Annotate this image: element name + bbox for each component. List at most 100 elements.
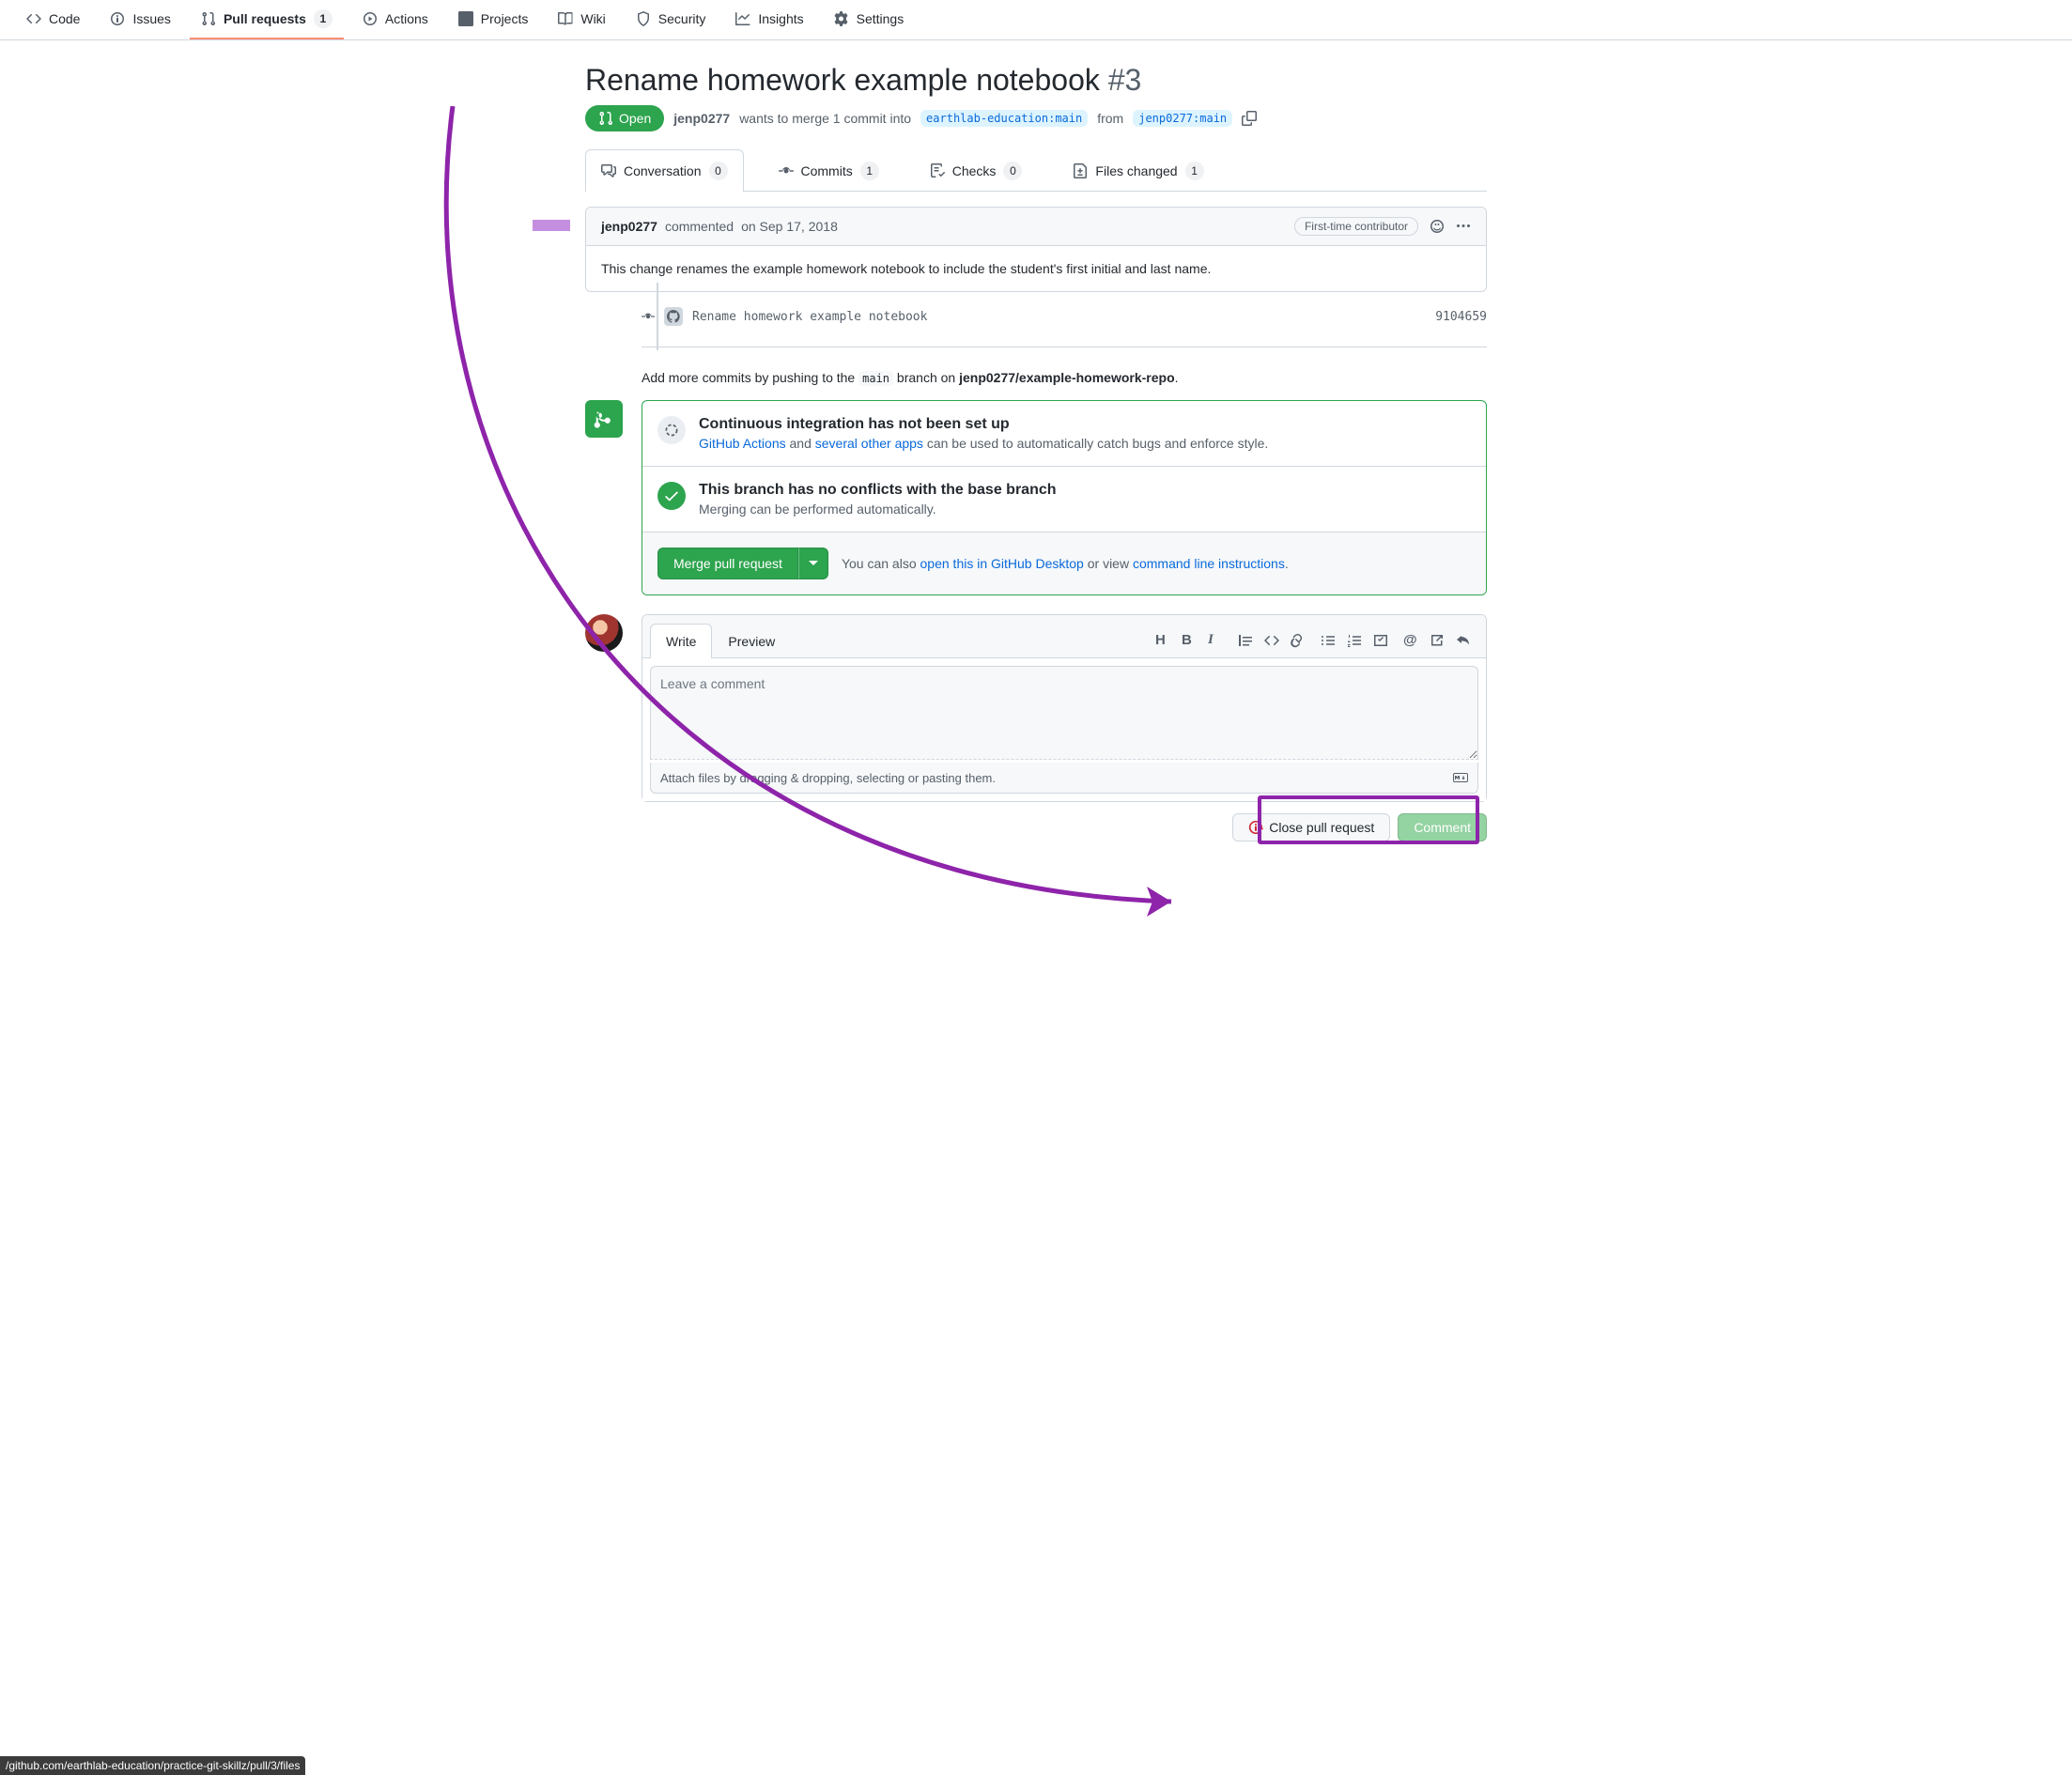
mention-icon[interactable]: @ — [1403, 633, 1418, 648]
ul-icon[interactable] — [1321, 633, 1336, 648]
pr-number: #3 — [1108, 63, 1142, 97]
ci-desc: GitHub Actions and several other apps ca… — [699, 436, 1268, 451]
issue-icon — [110, 11, 125, 26]
timeline: jenp0277 commented on Sep 17, 2018 First… — [585, 192, 1487, 849]
nav-wiki[interactable]: Wiki — [547, 2, 616, 38]
book-icon — [558, 11, 573, 26]
tab-conversation[interactable]: Conversation 0 — [585, 149, 744, 192]
nav-settings[interactable]: Settings — [823, 2, 916, 38]
quote-icon[interactable] — [1238, 633, 1253, 648]
pr-author-link[interactable]: jenp0277 — [673, 111, 730, 126]
comment-header: jenp0277 commented on Sep 17, 2018 First… — [586, 208, 1486, 246]
comment-textarea[interactable] — [650, 666, 1478, 760]
comment-button[interactable]: Comment — [1398, 813, 1487, 841]
tab-conversation-count: 0 — [709, 162, 728, 180]
link-icon[interactable] — [1291, 633, 1306, 648]
current-user-avatar[interactable] — [585, 614, 623, 652]
merge-box: Continuous integration has not been set … — [642, 400, 1487, 595]
aside-link-desktop[interactable]: open this in GitHub Desktop — [920, 556, 1084, 571]
code-icon[interactable] — [1264, 633, 1279, 648]
pull-request-icon — [598, 111, 613, 126]
git-merge-icon — [594, 409, 614, 429]
pr-from-text: from — [1097, 111, 1123, 126]
nav-projects[interactable]: Projects — [447, 2, 540, 38]
nav-actions-label: Actions — [385, 11, 428, 26]
pr-wants-text: wants to merge 1 commit into — [739, 111, 911, 126]
nav-actions[interactable]: Actions — [351, 2, 440, 38]
commit-author-avatar[interactable] — [664, 307, 683, 326]
first-time-badge: First-time contributor — [1294, 217, 1418, 236]
kebab-icon[interactable] — [1456, 219, 1471, 234]
smiley-icon[interactable] — [1430, 219, 1445, 234]
merge-btn-group: Merge pull request — [657, 548, 828, 579]
nav-issues-label: Issues — [132, 11, 170, 26]
tab-checks-label: Checks — [952, 163, 997, 178]
tab-commits[interactable]: Commits 1 — [763, 149, 895, 192]
repo-nav: Code Issues Pull requests 1 Actions Proj… — [0, 0, 2072, 40]
nav-pull-requests[interactable]: Pull requests 1 — [190, 0, 344, 39]
pr-tabs: Conversation 0 Commits 1 Checks 0 Files … — [585, 148, 1487, 192]
italic-icon[interactable]: I — [1208, 633, 1223, 648]
shield-icon — [636, 11, 651, 26]
issue-closed-icon — [1248, 820, 1263, 835]
compose-tab-write[interactable]: Write — [650, 624, 712, 658]
head-branch-chip[interactable]: jenp0277:main — [1133, 110, 1232, 127]
pr-state-badge: Open — [585, 105, 664, 131]
ci-section: Continuous integration has not been set … — [642, 401, 1486, 467]
tab-checks[interactable]: Checks 0 — [914, 149, 1039, 192]
reply-icon[interactable] — [1456, 633, 1471, 648]
copy-icon[interactable] — [1242, 111, 1257, 126]
comment-date[interactable]: on Sep 17, 2018 — [741, 219, 838, 234]
compose-body: Attach files by dragging & dropping, sel… — [642, 658, 1486, 801]
compose-wrap: Write Preview H B I — [642, 614, 1487, 849]
comment-body: This change renames the example homework… — [586, 246, 1486, 291]
pr-header-meta: Open jenp0277 wants to merge 1 commit in… — [585, 105, 1487, 131]
tasklist-icon[interactable] — [1373, 633, 1388, 648]
commit-node-icon — [642, 310, 655, 323]
commit-message[interactable]: Rename homework example notebook — [692, 310, 927, 324]
comment-author[interactable]: jenp0277 — [601, 219, 657, 234]
attach-hint[interactable]: Attach files by dragging & dropping, sel… — [650, 763, 1478, 794]
merge-button[interactable]: Merge pull request — [657, 548, 798, 579]
hint-repo: jenp0277/example-homework-repo — [959, 370, 1175, 385]
nav-code-label: Code — [49, 11, 80, 26]
bold-icon[interactable]: B — [1182, 633, 1197, 648]
nav-code[interactable]: Code — [15, 2, 91, 38]
project-icon — [458, 11, 473, 26]
comment-discussion-icon — [601, 163, 616, 178]
nav-security-label: Security — [658, 11, 706, 26]
nav-issues[interactable]: Issues — [99, 2, 181, 38]
aside-post: . — [1285, 556, 1289, 571]
pull-request-icon — [201, 11, 216, 26]
comment-box: jenp0277 commented on Sep 17, 2018 First… — [585, 207, 1487, 292]
hint-prefix: Add more commits by pushing to the — [642, 370, 855, 385]
nav-insights[interactable]: Insights — [724, 2, 814, 38]
ol-icon[interactable] — [1347, 633, 1362, 648]
nav-security[interactable]: Security — [625, 2, 718, 38]
tab-files-count: 1 — [1185, 162, 1204, 180]
merge-button-caret[interactable] — [798, 548, 828, 579]
close-pr-button[interactable]: Close pull request — [1232, 813, 1390, 841]
conflicts-section: This branch has no conflicts with the ba… — [642, 467, 1486, 532]
attach-text: Attach files by dragging & dropping, sel… — [660, 771, 996, 785]
compose-toolbar: H B I — [1155, 633, 1478, 648]
markdown-icon[interactable] — [1453, 770, 1468, 785]
base-branch-chip[interactable]: earthlab-education:main — [920, 110, 1088, 127]
tab-files-changed[interactable]: Files changed 1 — [1057, 149, 1219, 192]
ci-link-actions[interactable]: GitHub Actions — [699, 436, 786, 451]
ci-status-icon — [657, 416, 686, 444]
heading-icon[interactable]: H — [1155, 633, 1170, 648]
merge-box-wrap: Continuous integration has not been set … — [642, 400, 1487, 595]
status-bar-url: /github.com/earthlab-education/practice-… — [0, 1756, 305, 1775]
cross-ref-icon[interactable] — [1430, 633, 1445, 648]
tab-checks-count: 0 — [1003, 162, 1022, 180]
compose-tabs: Write Preview H B I — [642, 615, 1486, 658]
aside-link-cli[interactable]: command line instructions — [1133, 556, 1285, 571]
merge-aside: You can also open this in GitHub Desktop… — [842, 556, 1289, 571]
code-icon — [26, 11, 41, 26]
compose-tab-preview[interactable]: Preview — [712, 624, 791, 658]
avatar[interactable] — [533, 207, 570, 244]
ci-link-apps[interactable]: several other apps — [815, 436, 923, 451]
compose-box: Write Preview H B I — [642, 614, 1487, 802]
commit-sha[interactable]: 9104659 — [1435, 310, 1487, 324]
